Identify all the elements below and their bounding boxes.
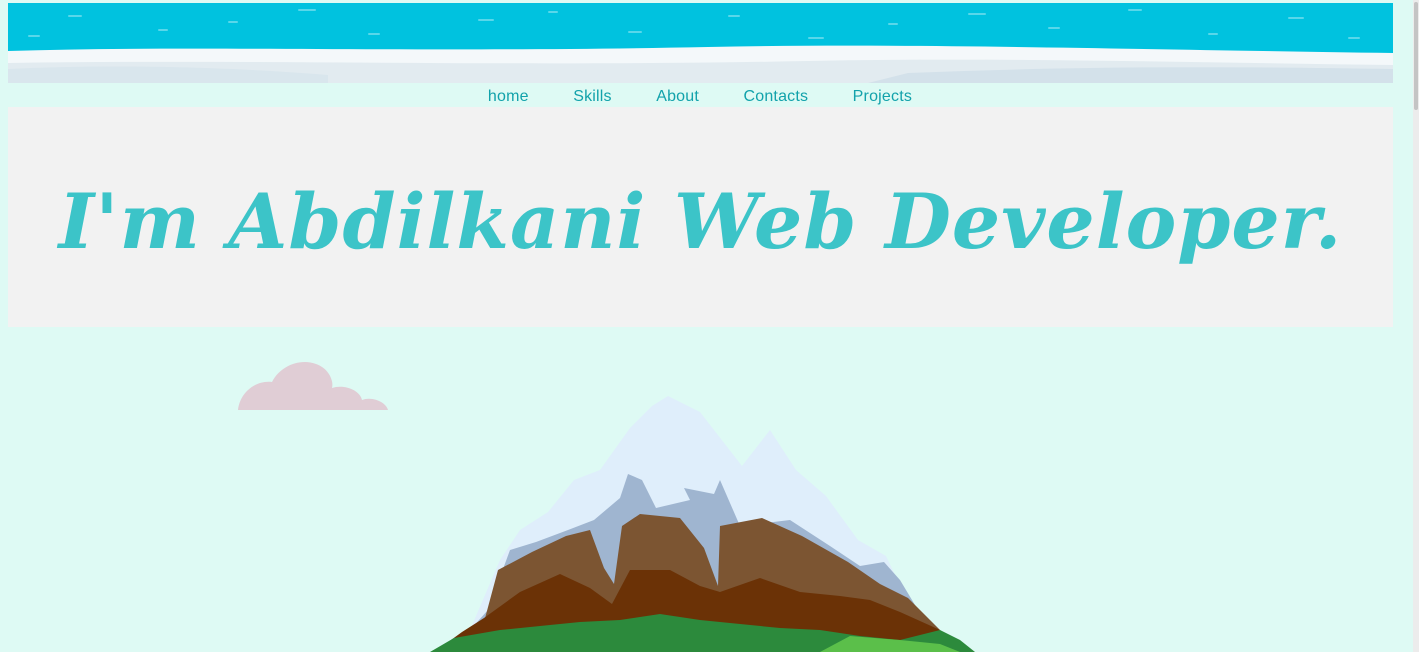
main-nav: home Skills About Contacts Projects: [0, 86, 1400, 108]
nav-item-contacts[interactable]: Contacts: [743, 86, 808, 108]
page-scrollbar[interactable]: [1413, 0, 1419, 652]
water-wave-banner: [8, 3, 1393, 83]
mountain-illustration: [430, 396, 975, 652]
nav-item-home[interactable]: home: [488, 86, 529, 108]
nav-item-skills[interactable]: Skills: [573, 86, 612, 108]
cloud-icon: [238, 362, 388, 410]
nav-item-projects[interactable]: Projects: [853, 86, 912, 108]
hero-title: I'm Abdilkani Web Developer.: [58, 177, 1343, 266]
landscape-scene: [0, 330, 1419, 652]
scrollbar-thumb[interactable]: [1414, 2, 1418, 110]
hero-section: I'm Abdilkani Web Developer.: [8, 107, 1393, 327]
nav-item-about[interactable]: About: [656, 86, 699, 108]
page: home Skills About Contacts Projects I'm …: [0, 0, 1419, 652]
